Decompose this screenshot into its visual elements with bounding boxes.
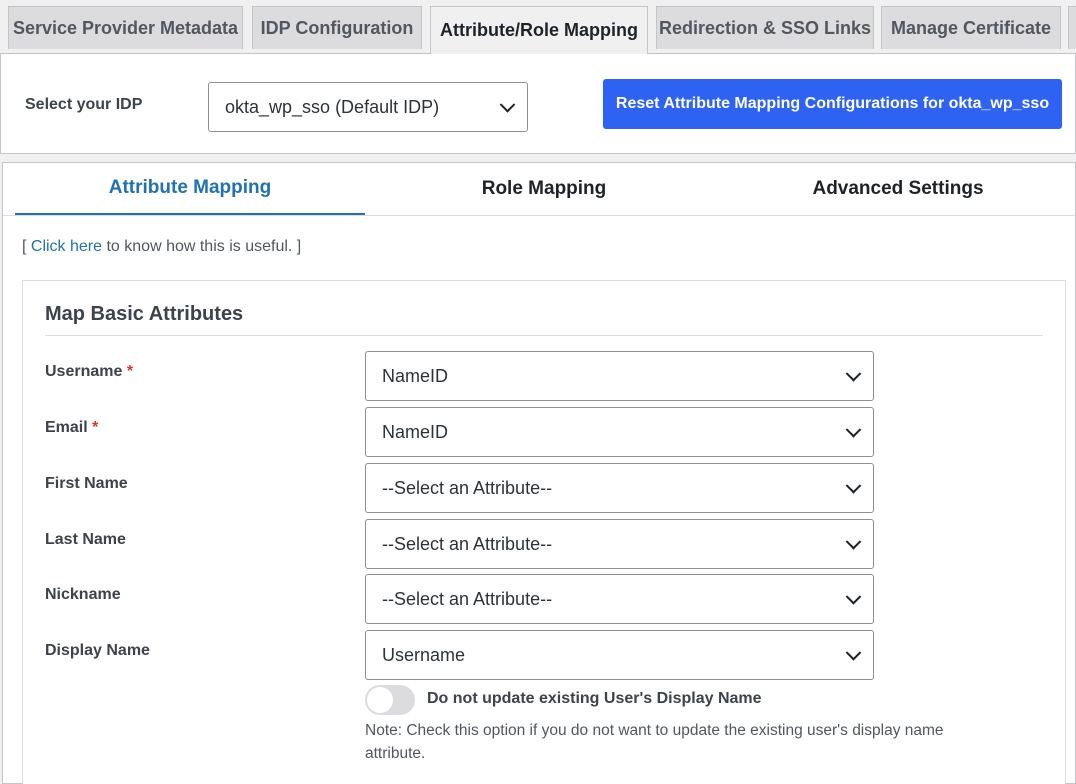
idp-select-panel: Select your IDP okta_wp_sso (Default IDP… (0, 54, 1076, 154)
email-label: Email * (45, 419, 98, 437)
card-title: Map Basic Attributes (45, 303, 244, 325)
select-value: --Select an Attribute-- (382, 477, 553, 498)
top-tab-bar: Service Provider Metadata IDP Configurat… (0, 0, 1076, 55)
subtab-attribute-mapping[interactable]: Attribute Mapping (15, 163, 365, 215)
display-name-update-toggle[interactable] (365, 685, 415, 715)
tab-service-provider-metadata[interactable]: Service Provider Metadata (8, 6, 243, 49)
first-name-label: First Name (45, 475, 128, 492)
idp-select[interactable]: okta_wp_sso (Default IDP) (208, 82, 528, 132)
label-text: Username (45, 363, 123, 380)
chevron-down-icon (845, 366, 862, 382)
subtab-advanced-settings[interactable]: Advanced Settings (723, 163, 1073, 215)
sub-tab-bar: Attribute Mapping Role Mapping Advanced … (3, 163, 1076, 216)
display-name-select[interactable]: Username (365, 630, 874, 680)
reset-attribute-mapping-button[interactable]: Reset Attribute Mapping Configurations f… (603, 79, 1062, 129)
click-here-link[interactable]: Click here (31, 238, 102, 255)
required-marker: * (92, 419, 99, 436)
chevron-down-icon (845, 534, 862, 550)
chevron-down-icon (499, 97, 516, 113)
tab-overflow[interactable] (1068, 6, 1076, 49)
divider (45, 335, 1043, 336)
help-line: [ Click here to know how this is useful.… (22, 238, 301, 256)
select-value: NameID (382, 421, 449, 442)
chevron-down-icon (845, 589, 862, 605)
chevron-down-icon (845, 422, 862, 438)
display-name-label: Display Name (45, 642, 150, 659)
idp-label: Select your IDP (25, 96, 143, 113)
toggle-knob (367, 687, 393, 713)
select-value: Username (382, 644, 466, 665)
help-suffix: to know how this is useful. ] (102, 238, 302, 255)
tab-label: Redirection & SSO Links (658, 17, 872, 38)
toggle-label: Do not update existing User's Display Na… (427, 690, 762, 707)
label-text: Email (45, 419, 88, 436)
last-name-select[interactable]: --Select an Attribute-- (365, 519, 874, 569)
last-name-label: Last Name (45, 531, 126, 548)
subtab-role-mapping[interactable]: Role Mapping (369, 163, 719, 215)
select-value: --Select an Attribute-- (382, 588, 553, 609)
required-marker: * (126, 363, 134, 380)
username-label: Username * (45, 363, 133, 381)
nickname-select[interactable]: --Select an Attribute-- (365, 574, 874, 624)
chevron-down-icon (845, 478, 862, 494)
tab-label: IDP Configuration (260, 17, 414, 38)
select-value: NameID (382, 365, 449, 386)
chevron-down-icon (845, 645, 862, 661)
help-prefix: [ (22, 238, 31, 255)
idp-select-value: okta_wp_sso (Default IDP) (225, 96, 440, 117)
tab-redirection-sso-links[interactable]: Redirection & SSO Links (656, 6, 874, 49)
username-select[interactable]: NameID (365, 351, 874, 401)
first-name-select[interactable]: --Select an Attribute-- (365, 463, 874, 513)
tab-label: Service Provider Metadata (12, 17, 239, 38)
map-basic-attributes-card: Map Basic Attributes Username * NameID E… (22, 280, 1066, 784)
tab-label: Manage Certificate (890, 17, 1052, 38)
tab-attribute-role-mapping[interactable]: Attribute/Role Mapping (430, 6, 648, 55)
main-panel: Attribute Mapping Role Mapping Advanced … (2, 162, 1076, 784)
email-select[interactable]: NameID (365, 407, 874, 457)
display-name-note: Note: Check this option if you do not wa… (365, 722, 944, 762)
tab-label: Attribute/Role Mapping (440, 20, 638, 40)
tab-manage-certificate[interactable]: Manage Certificate (881, 6, 1061, 49)
select-value: --Select an Attribute-- (382, 533, 553, 554)
tab-idp-configuration[interactable]: IDP Configuration (252, 6, 422, 49)
nickname-label: Nickname (45, 586, 121, 603)
